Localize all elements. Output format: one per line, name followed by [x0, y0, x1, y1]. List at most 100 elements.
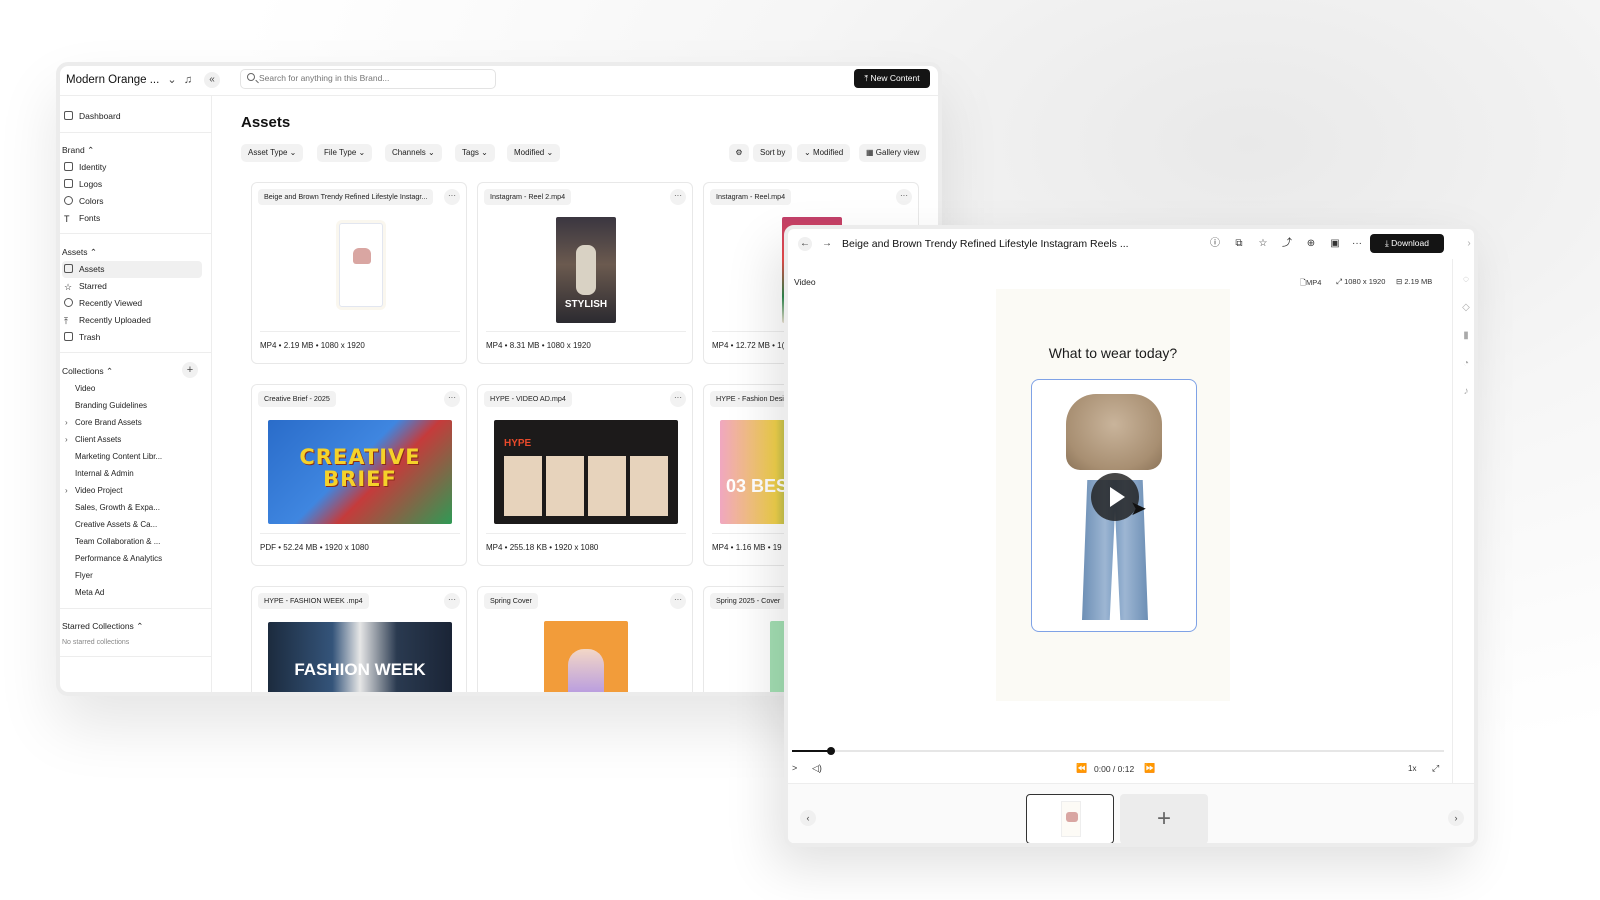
settings-button[interactable]: ⚙	[729, 144, 749, 162]
progress-bar[interactable]	[792, 747, 1444, 755]
collection-item[interactable]: Performance & Analytics	[75, 554, 162, 563]
play-icon[interactable]: >	[792, 763, 797, 773]
collection-item[interactable]: Video	[75, 384, 95, 393]
collection-item[interactable]: Flyer	[75, 571, 93, 580]
fast-forward-icon[interactable]: ⏩	[1144, 763, 1155, 774]
comment-icon[interactable]: ◌	[1459, 273, 1473, 287]
prev-thumbnail-button[interactable]: ‹	[800, 810, 816, 826]
image-icon[interactable]: ▣	[1328, 237, 1342, 251]
filter-file-type[interactable]: File Type ⌄	[317, 144, 373, 162]
bell-icon[interactable]: ♪	[1459, 385, 1473, 399]
speed-button[interactable]: 1x	[1408, 764, 1416, 773]
asset-title: HYPE - Fashion Desig	[710, 391, 794, 407]
collection-item[interactable]: Sales, Growth & Expa...	[75, 503, 160, 512]
collection-item[interactable]: Team Collaboration & ...	[75, 537, 160, 546]
new-content-button[interactable]: ⤒ New Content	[854, 69, 930, 88]
filesize-badge: ⊟ 2.19 MB	[1396, 277, 1432, 286]
image-thumbnail	[544, 621, 628, 692]
add-collection-button[interactable]: +	[182, 362, 198, 378]
video-preview[interactable]: What to wear today? ➤	[996, 289, 1230, 701]
sidebar-item-identity[interactable]: Identity	[64, 159, 106, 175]
chevron-right-icon[interactable]: ›	[65, 418, 68, 427]
starred-collections-header[interactable]: Starred Collections ⌃	[62, 621, 143, 632]
chevron-right-icon[interactable]: ›	[65, 435, 68, 444]
collection-item[interactable]: Internal & Admin	[75, 469, 134, 478]
more-icon[interactable]: ···	[444, 391, 460, 407]
sidebar-item-recently-viewed[interactable]: Recently Viewed	[64, 295, 142, 311]
sidebar-item-dashboard[interactable]: Dashboard	[64, 108, 121, 124]
collection-item[interactable]: Meta Ad	[75, 588, 104, 597]
sidebar-item-colors[interactable]: Colors	[64, 193, 104, 209]
more-icon[interactable]: ···	[1350, 237, 1364, 251]
collection-item[interactable]: Branding Guidelines	[75, 401, 147, 410]
next-thumbnail-button[interactable]: ›	[1448, 810, 1464, 826]
asset-card[interactable]: Instagram - Reel 2.mp4 ··· STYLISH MP4 •…	[477, 182, 693, 364]
collection-item[interactable]: › Video Project	[65, 486, 122, 495]
filter-asset-type[interactable]: Asset Type ⌄	[241, 144, 304, 162]
info-icon[interactable]: ⓘ	[1208, 237, 1222, 251]
filter-modified[interactable]: Modified ⌄	[507, 144, 561, 162]
sidebar-item-label: Logos	[79, 179, 103, 189]
collapse-sidebar-icon[interactable]: «	[204, 72, 220, 88]
sidebar-item-starred[interactable]: ☆ Starred	[64, 278, 107, 294]
search-input[interactable]	[259, 73, 484, 83]
outfit-card: ➤	[1031, 379, 1197, 632]
more-icon[interactable]: ···	[444, 593, 460, 609]
more-icon[interactable]: ···	[896, 189, 912, 205]
filter-channels[interactable]: Channels ⌄	[385, 144, 442, 162]
sort-value-button[interactable]: ⌄ Modified	[797, 144, 851, 162]
asset-card[interactable]: HYPE - FASHION WEEK .mp4 ··· FASHION WEE…	[251, 586, 467, 692]
history-icon[interactable]: ◔	[1459, 357, 1473, 371]
thumbnail-selected[interactable]	[1026, 794, 1114, 843]
filter-tags[interactable]: Tags ⌄	[455, 144, 495, 162]
more-icon[interactable]: ···	[444, 189, 460, 205]
more-icon[interactable]: ···	[670, 189, 686, 205]
gallery-view-button[interactable]: ▦ Gallery view	[859, 144, 927, 162]
link-icon[interactable]: ▮	[1459, 329, 1473, 343]
share-icon[interactable]: ⤴	[1280, 237, 1294, 251]
asset-card[interactable]: Creative Brief - 2025 ··· CREATIVE BRIEF…	[251, 384, 467, 566]
tag-icon[interactable]: ◇	[1459, 301, 1473, 315]
fullscreen-icon[interactable]: ⤢	[1432, 763, 1439, 774]
collection-item[interactable]: › Client Assets	[65, 435, 121, 444]
side-toolbar: ◌ ◇ ▮ ◔ ♪	[1452, 259, 1474, 819]
workspace-name[interactable]: Modern Orange ...	[66, 74, 159, 86]
chevron-right-icon[interactable]: ›	[1462, 237, 1474, 251]
forward-arrow-icon[interactable]: →	[820, 237, 834, 251]
add-icon[interactable]: ⊕	[1304, 237, 1318, 251]
download-label: Download	[1391, 238, 1429, 248]
rewind-icon[interactable]: ⏪	[1076, 763, 1087, 774]
collection-item[interactable]: Marketing Content Libr...	[75, 452, 162, 461]
sidebar-item-assets[interactable]: Assets	[64, 261, 105, 277]
sidebar-item-recently-uploaded[interactable]: ⤒ Recently Uploaded	[64, 312, 151, 328]
asset-card[interactable]: HYPE - VIDEO AD.mp4 ··· HYPE MP4 • 255.1…	[477, 384, 693, 566]
more-icon[interactable]: ···	[670, 593, 686, 609]
collection-item[interactable]: › Core Brand Assets	[65, 418, 142, 427]
back-arrow-icon[interactable]: ←	[798, 237, 812, 251]
asset-title: Instagram - Reel.mp4	[710, 189, 792, 205]
brand-section-header[interactable]: Brand ⌃	[62, 145, 94, 156]
chevron-down-icon[interactable]: ⌄	[164, 72, 180, 88]
add-version-button[interactable]: +	[1120, 794, 1208, 843]
search-bar[interactable]	[240, 69, 496, 89]
download-button[interactable]: ⤓ Download	[1370, 234, 1444, 253]
sidebar-item-trash[interactable]: Trash	[64, 329, 100, 345]
asset-card[interactable]: Beige and Brown Trendy Refined Lifestyle…	[251, 182, 467, 364]
sidebar-item-fonts[interactable]: T Fonts	[64, 210, 100, 226]
asset-meta: MP4 • 2.19 MB • 1080 x 1920	[260, 341, 365, 350]
star-icon[interactable]: ☆	[1256, 237, 1270, 251]
sidebar-item-logos[interactable]: Logos	[64, 176, 102, 192]
volume-icon[interactable]: ◁)	[812, 763, 822, 774]
copy-icon[interactable]: ⧉	[1232, 237, 1246, 251]
chevron-down-icon: ⌄	[546, 148, 554, 157]
collections-section-header[interactable]: Collections ⌃	[62, 366, 113, 377]
chevron-right-icon[interactable]: ›	[65, 486, 68, 495]
collection-item[interactable]: Creative Assets & Ca...	[75, 520, 157, 529]
more-icon[interactable]: ···	[670, 391, 686, 407]
scrubber-handle[interactable]	[827, 747, 835, 755]
sort-by-button[interactable]: Sort by	[753, 144, 793, 162]
assets-section-header[interactable]: Assets ⌃	[62, 247, 97, 258]
top-bar: Modern Orange ... ⌄ ♫ « ⤒ New Content	[60, 66, 938, 96]
asset-card[interactable]: Spring Cover ···	[477, 586, 693, 692]
bell-icon[interactable]: ♫	[180, 72, 196, 88]
